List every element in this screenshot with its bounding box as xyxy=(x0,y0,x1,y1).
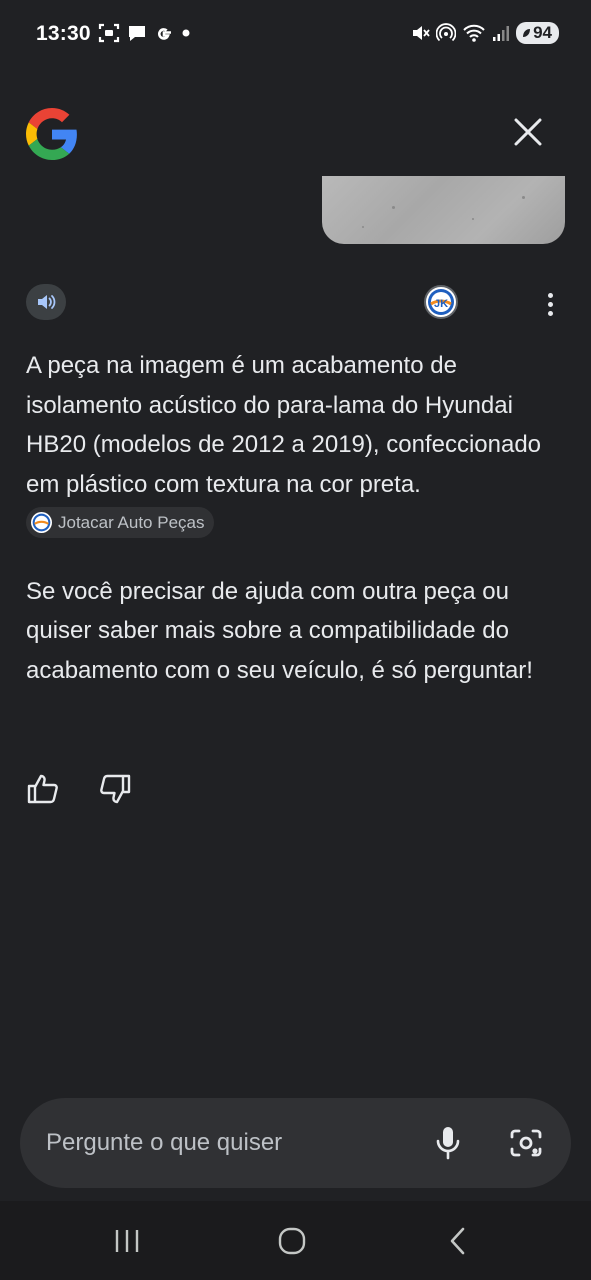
status-notification-icons xyxy=(98,22,192,44)
back-chevron-icon xyxy=(450,1227,465,1255)
google-lens-button[interactable] xyxy=(505,1122,547,1164)
status-system-icons: 94 xyxy=(410,22,559,44)
more-dot xyxy=(547,301,553,307)
feedback-row xyxy=(26,772,132,806)
source-chip[interactable]: Jotacar Auto Peças xyxy=(26,507,215,539)
status-bar: 13:30 94 xyxy=(0,0,591,70)
dot-icon xyxy=(182,29,190,37)
voice-input-button[interactable] xyxy=(428,1122,468,1164)
query-image-thumbnail[interactable] xyxy=(322,176,565,244)
camera-lens-icon xyxy=(510,1129,542,1157)
battery-level: 94 xyxy=(533,23,552,42)
back-button[interactable] xyxy=(433,1223,483,1259)
more-options-button[interactable] xyxy=(536,288,564,320)
google-logo-icon xyxy=(26,108,77,160)
mute-icon xyxy=(413,26,430,40)
close-button[interactable] xyxy=(506,110,550,154)
home-icon xyxy=(278,1227,306,1255)
thumbs-down-icon xyxy=(100,774,131,804)
close-icon xyxy=(514,118,542,146)
more-dot xyxy=(547,310,553,316)
system-navigation-bar xyxy=(0,1201,591,1280)
prompt-input[interactable] xyxy=(46,1128,406,1158)
signal-icon xyxy=(493,26,510,41)
source-logo-text: JK xyxy=(434,298,448,310)
hotspot-icon xyxy=(436,23,457,42)
thumbs-down-button[interactable] xyxy=(98,772,132,806)
thumbs-up-button[interactable] xyxy=(26,772,60,806)
source-avatar[interactable]: JK xyxy=(424,285,458,319)
home-button[interactable] xyxy=(267,1223,317,1259)
source-chip-label: Jotacar Auto Peças xyxy=(58,512,205,532)
jotacar-logo-small-icon xyxy=(32,513,51,532)
prompt-bar xyxy=(20,1098,571,1188)
screenshot-icon xyxy=(98,23,120,43)
google-g-icon xyxy=(158,28,171,40)
read-aloud-button[interactable] xyxy=(26,284,66,320)
jotacar-logo-icon: JK xyxy=(428,289,454,315)
battery-icon: 94 xyxy=(516,22,559,44)
answer-paragraph-1-text: A peça na imagem é um acabamento de isol… xyxy=(26,352,542,498)
recent-apps-icon xyxy=(115,1230,139,1252)
answer-body: A peça na imagem é um acabamento de isol… xyxy=(26,346,566,718)
chat-bubble-icon xyxy=(129,26,145,41)
status-time: 13:30 xyxy=(36,22,91,45)
more-dot xyxy=(547,292,553,298)
answer-paragraph-1: A peça na imagem é um acabamento de isol… xyxy=(26,346,566,544)
thumbs-up-icon xyxy=(27,774,58,804)
wifi-icon xyxy=(463,24,485,42)
speaker-icon xyxy=(38,295,56,309)
microphone-icon xyxy=(436,1127,460,1160)
answer-paragraph-2: Se você precisar de ajuda com outra peça… xyxy=(26,577,533,684)
source-chip-logo-icon xyxy=(31,512,52,534)
recent-apps-button[interactable] xyxy=(102,1223,152,1259)
battery-saver-icon xyxy=(523,29,531,37)
